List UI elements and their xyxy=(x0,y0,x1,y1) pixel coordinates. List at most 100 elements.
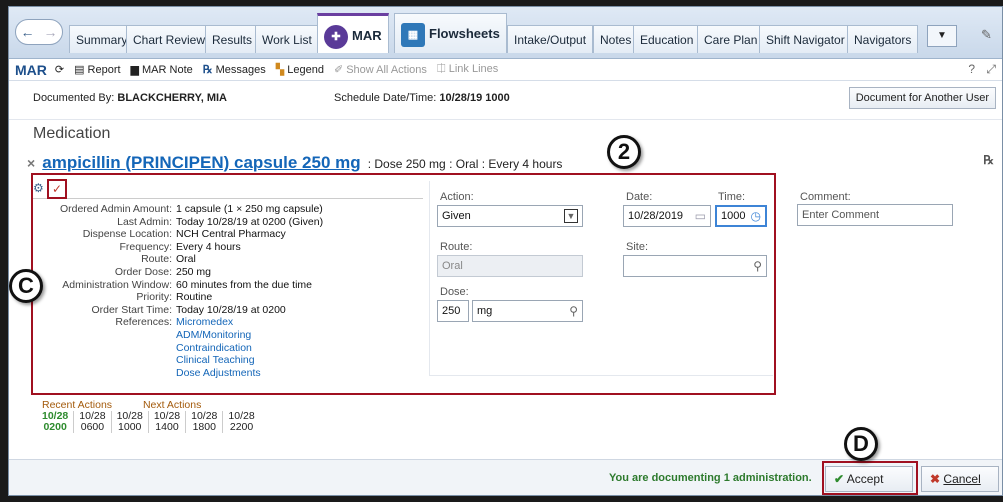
more-tabs-dropdown[interactable]: ▼ xyxy=(927,25,957,47)
detail-value: Today 10/28/19 at 0200 (Given) xyxy=(176,215,324,228)
medication-header: × ampicillin (PRINCIPEN) capsule 250 mg … xyxy=(27,153,562,173)
time-value: 1000 xyxy=(721,210,746,222)
rx-icon[interactable]: ℞ xyxy=(983,153,994,167)
documented-by: Documented By: BLACKCHERRY, MIA xyxy=(33,92,227,104)
action-time: 1000 xyxy=(118,421,142,433)
tab-flowsheets-label: Flowsheets xyxy=(429,26,500,41)
action-column[interactable]: 10/28 1800 xyxy=(186,411,224,433)
refresh-icon: ⟳ xyxy=(54,64,65,76)
action-value: Given xyxy=(442,210,471,222)
tab-shift-navigator[interactable]: Shift Navigator xyxy=(759,25,852,53)
note-icon: ▆ xyxy=(130,64,140,76)
cancel-button[interactable]: ✖ Cancel xyxy=(921,466,999,492)
action-time: 1400 xyxy=(155,421,179,433)
legend-button[interactable]: ▚ Legend xyxy=(276,63,324,76)
reference-link[interactable]: Clinical Teaching xyxy=(176,354,255,367)
callout-d: D xyxy=(844,427,878,461)
reference-link[interactable]: Micromedex xyxy=(176,316,233,329)
action-column[interactable]: 10/28 1400 xyxy=(149,411,187,433)
report-button[interactable]: ▤ Report xyxy=(74,63,120,76)
detail-row: Dispense Location: NCH Central Pharmacy xyxy=(33,228,323,241)
tab-intake-output[interactable]: Intake/Output xyxy=(507,25,594,53)
tab-education[interactable]: Education xyxy=(633,25,701,53)
tab-results[interactable]: Results xyxy=(205,25,260,53)
detail-row: Last Admin: Today 10/28/19 at 0200 (Given… xyxy=(33,216,323,229)
search-icon[interactable]: ⚲ xyxy=(753,256,762,276)
double-check-icon[interactable]: ✓ xyxy=(47,179,67,199)
comment-label: Comment: xyxy=(800,191,851,203)
references-label xyxy=(33,329,176,342)
time-label: Time: xyxy=(718,191,746,203)
link-lines-button[interactable]: ⎅ Link Lines xyxy=(437,63,498,76)
callout-c: C xyxy=(9,269,43,303)
action-time: 0200 xyxy=(43,421,67,433)
action-column[interactable]: 10/28 0200 xyxy=(42,411,75,433)
date-value: 10/28/2019 xyxy=(628,210,684,222)
forward-arrow-icon[interactable]: → xyxy=(44,24,58,40)
references-label xyxy=(33,342,176,355)
report-icon: ▤ xyxy=(74,64,85,76)
detail-label: Ordered Admin Amount: xyxy=(59,203,172,215)
tab-mar[interactable]: ✚ MAR xyxy=(317,13,389,53)
cancel-label: Cancel xyxy=(943,472,981,486)
wrench-icon[interactable]: ✎ xyxy=(981,27,992,43)
show-all-actions-button[interactable]: ✐ Show All Actions xyxy=(334,63,427,76)
tab-care-plan[interactable]: Care Plan xyxy=(697,25,765,53)
back-arrow-icon[interactable]: ← xyxy=(21,24,35,40)
remove-med-icon[interactable]: × xyxy=(27,155,35,171)
detail-label: Dispense Location: xyxy=(82,228,172,241)
detail-value: Routine xyxy=(176,291,213,304)
time-field[interactable]: 1000 ◷ xyxy=(715,205,767,227)
detail-row: Order Dose: 250 mg xyxy=(33,266,323,279)
tab-work-list[interactable]: Work List xyxy=(255,25,319,53)
action-column[interactable]: 10/28 2200 xyxy=(223,411,259,433)
references-label xyxy=(33,354,176,367)
action-select[interactable]: Given ▼ xyxy=(437,205,583,227)
reference-row: Dose Adjustments xyxy=(33,367,323,380)
dose-unit-field[interactable]: mg ⚲ xyxy=(472,300,583,322)
search-icon[interactable]: ⚲ xyxy=(569,301,578,321)
reference-row: References: Micromedex xyxy=(33,316,323,329)
rx-icon: ℞ xyxy=(202,64,213,76)
site-field[interactable]: ⚲ xyxy=(623,255,767,277)
calendar-icon[interactable]: ▭ xyxy=(695,206,706,226)
messages-button[interactable]: ℞ Messages xyxy=(203,63,266,76)
toolbar-right-icons: ? ⤢ xyxy=(968,62,996,77)
dose-field[interactable]: 250 xyxy=(437,300,469,322)
detail-label: Last Admin: xyxy=(117,215,172,228)
reference-link[interactable]: Contraindication xyxy=(176,342,252,355)
reference-row: ADM/Monitoring xyxy=(33,329,323,342)
mar-window: ← → Summary Chart Review Results Work Li… xyxy=(8,6,1003,496)
tab-summary[interactable]: Summary xyxy=(69,25,135,53)
reference-link[interactable]: Dose Adjustments xyxy=(176,367,261,380)
link-icon: ⎅ xyxy=(436,63,446,75)
reference-link[interactable]: ADM/Monitoring xyxy=(176,329,251,342)
dose-unit-value: mg xyxy=(477,305,493,317)
refresh-button[interactable]: ⟳ xyxy=(55,63,64,76)
tab-notes[interactable]: Notes xyxy=(593,25,639,53)
mar-note-button[interactable]: ▆ MAR Note xyxy=(131,63,193,76)
action-label: Action: xyxy=(440,191,474,203)
comment-field[interactable]: Enter Comment xyxy=(797,204,953,226)
tab-navigators[interactable]: Navigators xyxy=(847,25,919,53)
detail-value: NCH Central Pharmacy xyxy=(176,228,286,241)
date-field[interactable]: 10/28/2019 ▭ xyxy=(623,205,711,227)
document-for-another-user-button[interactable]: Document for Another User xyxy=(848,87,996,109)
expand-icon[interactable]: ⤢ xyxy=(986,62,996,76)
detail-label: Frequency: xyxy=(119,240,172,253)
detail-icons-row: ⚙ ✓ xyxy=(33,179,423,199)
help-icon[interactable]: ? xyxy=(968,62,975,76)
documented-by-value: BLACKCHERRY, MIA xyxy=(117,92,227,104)
tab-chart-review[interactable]: Chart Review xyxy=(126,25,213,53)
detail-value: 1 capsule (1 × 250 mg capsule) xyxy=(176,203,323,215)
action-column[interactable]: 10/28 1000 xyxy=(112,411,149,433)
detail-row: Priority: Routine xyxy=(33,291,323,304)
action-time: 2200 xyxy=(229,421,254,433)
detail-row: Frequency: Every 4 hours xyxy=(33,241,323,254)
tab-flowsheets[interactable]: ▦ Flowsheets xyxy=(394,13,507,53)
medication-name-link[interactable]: ampicillin (PRINCIPEN) capsule 250 mg xyxy=(42,153,360,172)
clock-icon[interactable]: ◷ xyxy=(751,207,761,225)
pencil-icon: ✐ xyxy=(333,64,344,76)
action-column[interactable]: 10/28 0600 xyxy=(74,411,112,433)
sync-icon[interactable]: ⚙ xyxy=(33,181,44,195)
